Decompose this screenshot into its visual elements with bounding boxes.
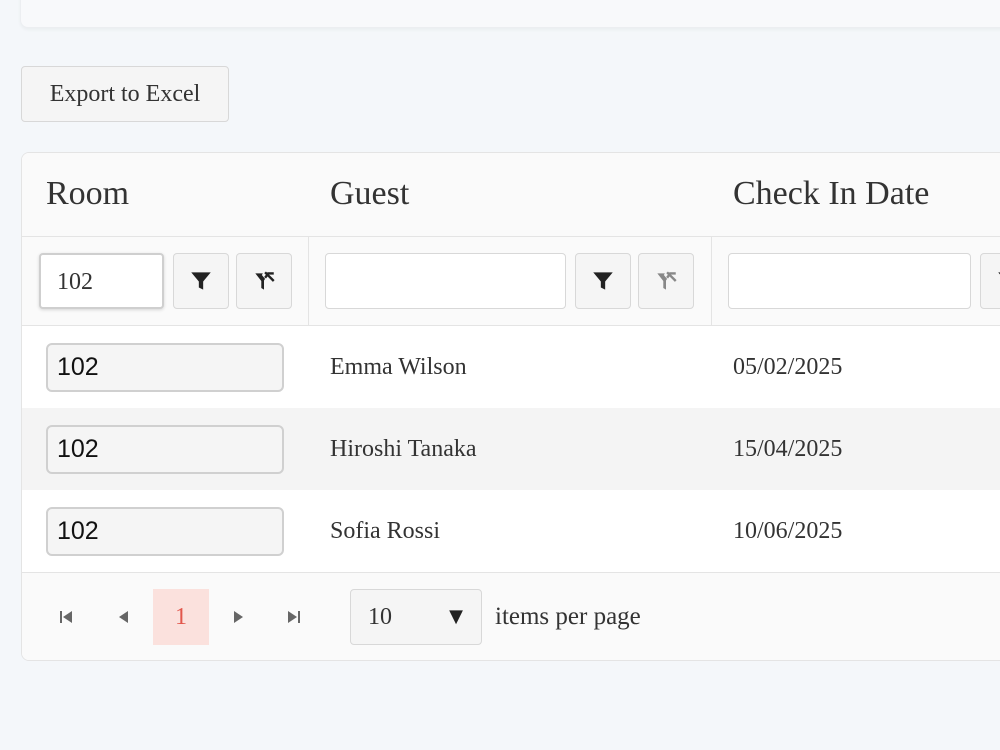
filter-icon — [191, 272, 211, 290]
check-in-cell: 15/04/2025 — [733, 436, 843, 462]
last-page-button[interactable] — [266, 589, 322, 645]
filter-separator — [711, 237, 712, 326]
filter-icon — [998, 272, 1000, 275]
export-to-excel-button[interactable]: Export to Excel — [21, 66, 229, 122]
next-page-icon — [234, 611, 243, 623]
check-in-cell: 10/06/2025 — [733, 518, 843, 544]
chevron-down-icon: ▼ — [449, 606, 463, 627]
clear-filter-icon — [657, 271, 677, 290]
filter-separator — [308, 237, 309, 326]
check-in-filter-input[interactable] — [728, 253, 971, 309]
guest-cell: Hiroshi Tanaka — [330, 436, 477, 462]
items-per-page-label: items per page — [495, 603, 641, 630]
bookings-grid: Room Guest Check In Date 102 102 Emma Wi… — [21, 152, 1000, 661]
grid-header: Room Guest Check In Date — [22, 153, 1000, 237]
next-page-button[interactable] — [210, 589, 266, 645]
column-header-guest[interactable]: Guest — [330, 153, 409, 237]
guest-filter-input[interactable] — [325, 253, 566, 309]
first-page-icon — [60, 611, 72, 623]
table-row[interactable]: 102 Emma Wilson 05/02/2025 — [22, 326, 1000, 408]
guest-cell: Sofia Rossi — [330, 518, 441, 544]
previous-page-button[interactable] — [96, 589, 152, 645]
first-page-button[interactable] — [38, 589, 94, 645]
room-cell-input[interactable]: 102 — [46, 507, 284, 556]
page-size-value: 10 — [368, 604, 392, 630]
check-in-filter-button[interactable] — [980, 253, 1000, 309]
room-filter-input[interactable]: 102 — [39, 253, 164, 309]
room-cell-input[interactable]: 102 — [46, 425, 284, 474]
pager: 1 10 ▼ items per page — [22, 572, 1000, 660]
guest-cell: Emma Wilson — [330, 354, 467, 380]
column-header-check-in-date[interactable]: Check In Date — [733, 153, 929, 237]
top-panel — [20, 0, 1000, 28]
room-cell-input[interactable]: 102 — [46, 343, 284, 392]
previous-page-icon — [119, 611, 128, 623]
filter-row: 102 — [22, 237, 1000, 326]
guest-clear-filter-button[interactable] — [638, 253, 694, 309]
table-row[interactable]: 102 Hiroshi Tanaka 15/04/2025 — [22, 408, 1000, 490]
filter-icon — [593, 272, 613, 290]
column-header-room[interactable]: Room — [46, 153, 129, 237]
page-button-current[interactable]: 1 — [153, 589, 209, 645]
check-in-cell: 05/02/2025 — [733, 354, 843, 380]
last-page-icon — [288, 611, 300, 623]
guest-filter-button[interactable] — [575, 253, 631, 309]
page-size-dropdown[interactable]: 10 ▼ — [350, 589, 482, 645]
room-clear-filter-button[interactable] — [236, 253, 292, 309]
table-row[interactable]: 102 Sofia Rossi 10/06/2025 — [22, 490, 1000, 572]
room-filter-button[interactable] — [173, 253, 229, 309]
clear-filter-icon — [255, 271, 275, 290]
